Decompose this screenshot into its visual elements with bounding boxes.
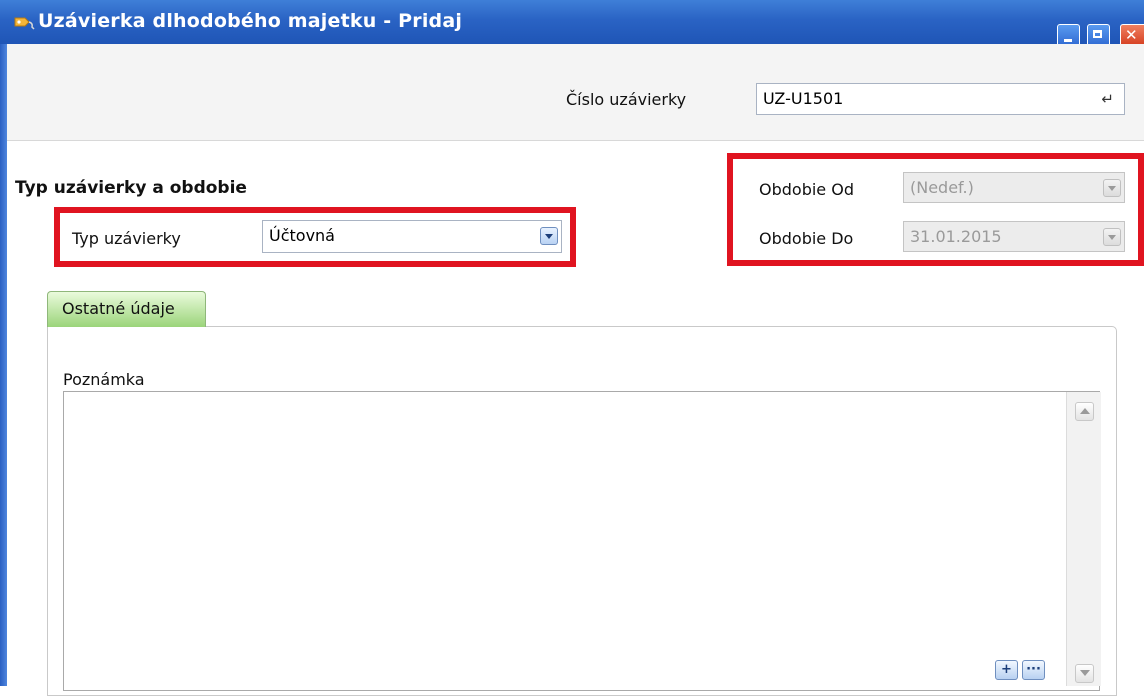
poznamka-scrollbar[interactable] [1066,392,1101,686]
section-title: Typ uzávierky a obdobie [15,178,247,198]
scroll-down-icon[interactable] [1075,664,1094,683]
cislo-uzavierky-value: UZ-U1501 [763,89,844,108]
cislo-uzavierky-field[interactable]: UZ-U1501 ↵ [756,83,1125,115]
typ-uzavierky-select[interactable]: Účtovná [262,220,562,253]
refresh-icon[interactable]: ↵ [1101,84,1114,114]
window-title-bar[interactable]: Uzávierka dlhodobého majetku - Pridaj [0,0,1144,48]
obdobie-do-label: Obdobie Do [759,229,854,248]
window-left-border [0,44,7,686]
typ-uzavierky-value: Účtovná [269,226,335,245]
more-options-button[interactable]: ··· [1022,660,1045,680]
obdobie-do-value: 31.01.2015 [910,227,1002,246]
poznamka-textarea[interactable] [63,391,1100,691]
tab-ostatne-udaje[interactable]: Ostatné údaje [47,291,206,327]
typ-uzavierky-label: Typ uzávierky [72,229,181,248]
scroll-up-icon[interactable] [1075,402,1094,421]
chevron-down-icon[interactable] [1103,228,1121,246]
chevron-down-icon[interactable] [1103,179,1121,197]
obdobie-od-value: (Nedef.) [910,178,974,197]
window-title: Uzávierka dlhodobého majetku - Pridaj [38,10,463,32]
add-note-button[interactable]: + [995,660,1018,680]
key-tag-icon [14,17,35,30]
obdobie-od-select[interactable]: (Nedef.) [903,172,1125,203]
poznamka-label: Poznámka [63,370,145,389]
obdobie-od-label: Obdobie Od [759,180,854,199]
obdobie-do-select[interactable]: 31.01.2015 [903,221,1125,252]
cislo-uzavierky-label: Číslo uzávierky [566,90,687,109]
chevron-down-icon[interactable] [540,227,558,245]
